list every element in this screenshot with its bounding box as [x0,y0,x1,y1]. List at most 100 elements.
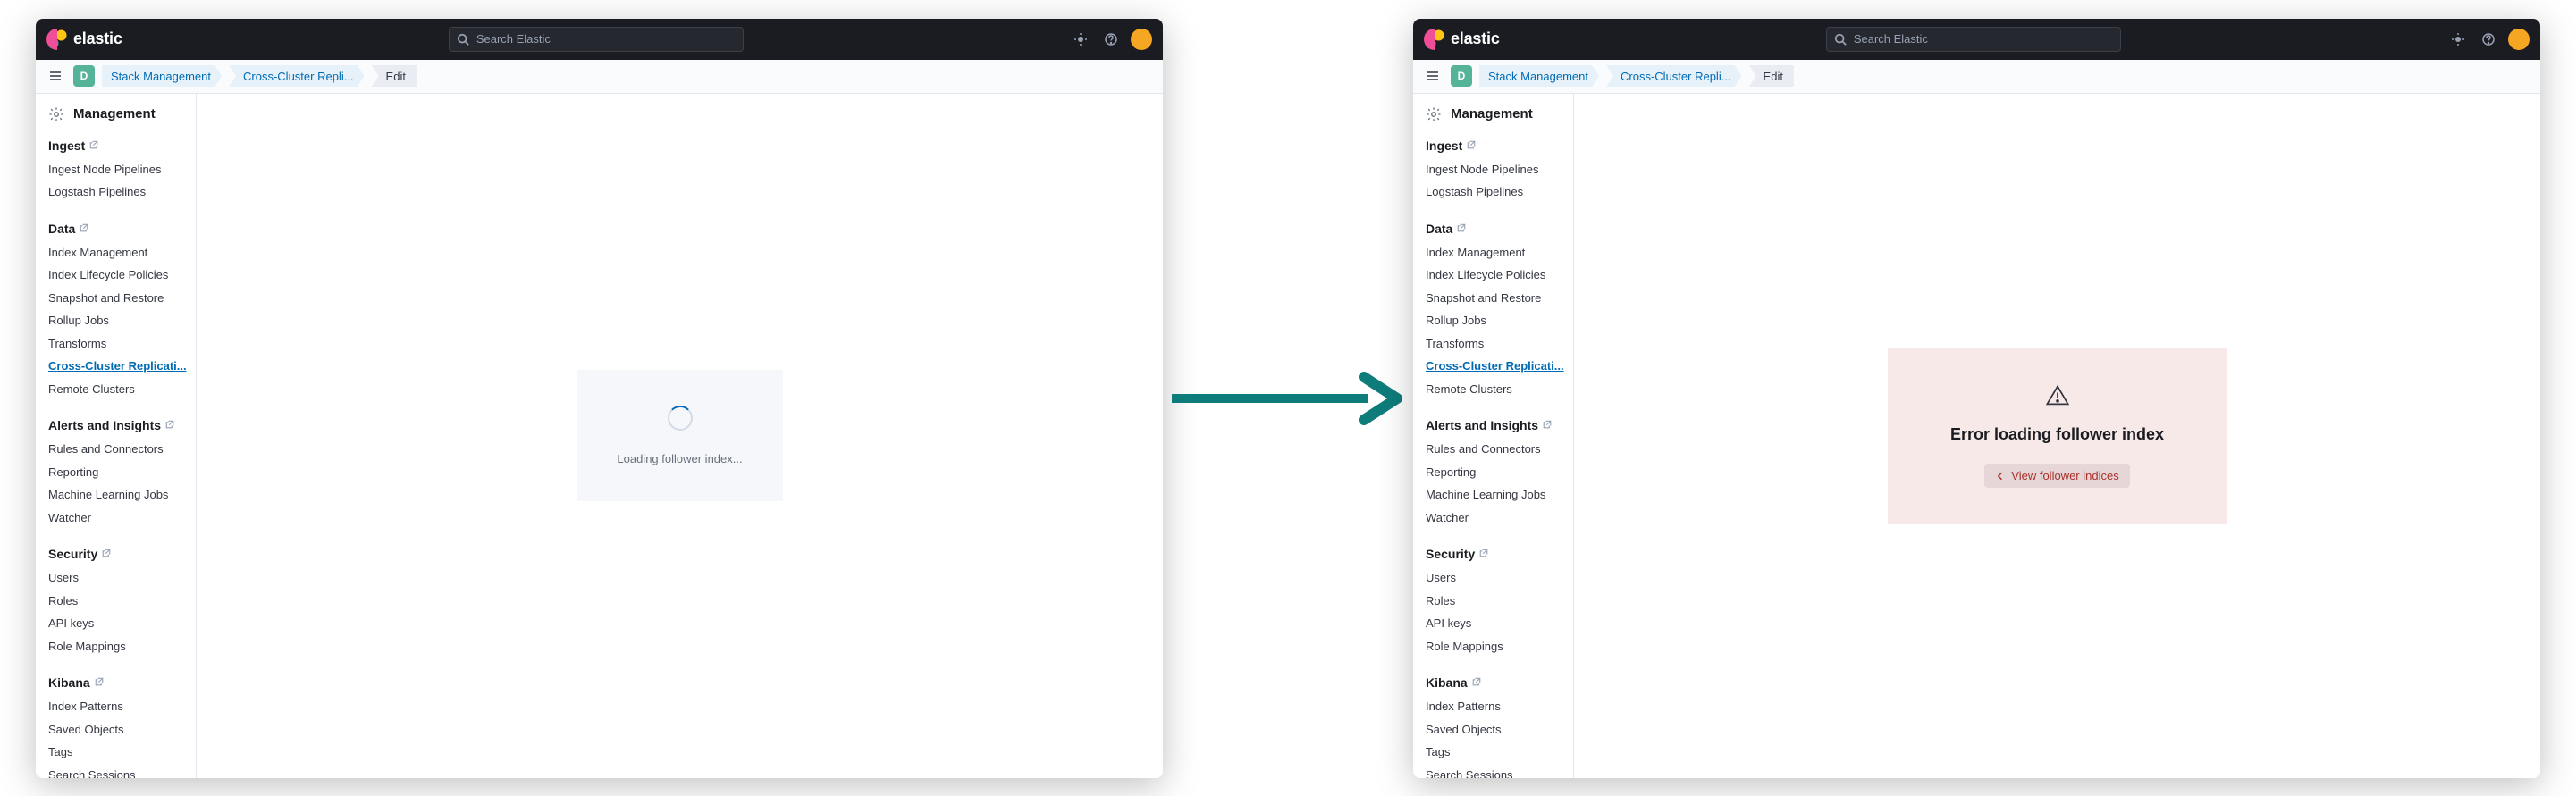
user-avatar[interactable] [1131,29,1152,50]
breadcrumb-bar: D Stack Management Cross-Cluster Repli..… [1413,60,2540,94]
external-link-icon [79,222,89,236]
sidebar-title-text: Management [1451,106,1533,121]
global-search[interactable]: Search Elastic [1826,27,2121,52]
sidebar-section-title[interactable]: Ingest [48,138,187,153]
sidebar-item[interactable]: Transforms [1426,332,1564,356]
sidebar-section: Ingest Ingest Node PipelinesLogstash Pipe… [1426,138,1573,204]
sidebar-item[interactable]: Ingest Node Pipelines [48,158,187,181]
sidebar-section-title[interactable]: Security [48,547,187,561]
sidebar-item[interactable]: Remote Clusters [48,378,187,401]
sidebar-item[interactable]: Snapshot and Restore [1426,287,1564,310]
sidebar-item[interactable]: Search Sessions [1426,764,1564,778]
sidebar-item[interactable]: Reporting [48,461,187,484]
sidebar-item[interactable]: Saved Objects [1426,718,1564,742]
sidebar-item[interactable]: Saved Objects [48,718,187,742]
newsfeed-icon[interactable] [1070,29,1091,50]
sidebar-item[interactable]: Machine Learning Jobs [1426,483,1564,507]
user-avatar[interactable] [2508,29,2530,50]
external-link-icon [1471,675,1482,690]
sidebar-title: Management [1426,106,1573,122]
crumb-ccr[interactable]: Cross-Cluster Repli... [1606,65,1742,87]
error-title: Error loading follower index [1915,425,2201,444]
sidebar-section: Alerts and Insights Rules and ConnectorsR… [1426,418,1573,529]
sidebar-section-title[interactable]: Data [1426,222,1564,236]
global-search[interactable]: Search Elastic [449,27,744,52]
sidebar-section-title[interactable]: Ingest [1426,138,1564,153]
sidebar-item[interactable]: Logstash Pipelines [1426,180,1564,204]
management-sidebar: ManagementIngestIngest Node PipelinesLog… [36,94,197,778]
nav-toggle[interactable] [45,65,66,87]
sidebar-item[interactable]: Users [1426,566,1564,590]
sidebar-item[interactable]: API keys [48,612,187,635]
sidebar-item[interactable]: Rollup Jobs [1426,309,1564,332]
sidebar-item[interactable]: Rules and Connectors [48,438,187,461]
space-selector[interactable]: D [73,65,95,87]
sidebar-item[interactable]: API keys [1426,612,1564,635]
sidebar-section-title[interactable]: Alerts and Insights [1426,418,1564,432]
topbar: elastic Search Elastic [1413,19,2540,60]
gear-icon [48,106,64,122]
help-icon[interactable] [1100,29,1122,50]
sidebar-item[interactable]: Index Lifecycle Policies [1426,264,1564,287]
sidebar-item[interactable]: Tags [48,741,187,764]
crumb-ccr[interactable]: Cross-Cluster Repli... [229,65,365,87]
sidebar-item[interactable]: Watcher [1426,507,1564,530]
spinner-icon [668,406,693,431]
crumb-stack-management[interactable]: Stack Management [102,65,222,87]
sidebar-item[interactable]: Index Lifecycle Policies [48,264,187,287]
sidebar-item[interactable]: Search Sessions [48,764,187,778]
nav-toggle[interactable] [1422,65,1444,87]
sidebar-item[interactable]: Index Management [1426,241,1564,264]
sidebar-item[interactable]: Reporting [1426,461,1564,484]
sidebar-item[interactable]: Logstash Pipelines [48,180,187,204]
sidebar-item[interactable]: Ingest Node Pipelines [1426,158,1564,181]
sidebar-item[interactable]: Roles [1426,590,1564,613]
view-follower-indices-button[interactable]: View follower indices [1984,464,2129,488]
loading-message: Loading follower index... [595,452,765,465]
sidebar-item[interactable]: Tags [1426,741,1564,764]
sidebar-item[interactable]: Watcher [48,507,187,530]
external-link-icon [1478,547,1489,561]
brand-text: elastic [1451,29,1500,48]
sidebar-item[interactable]: Cross-Cluster Replicati... [48,355,187,378]
sidebar-item[interactable]: Role Mappings [1426,635,1564,658]
sidebar-section: Security UsersRolesAPI keysRole Mappings [48,547,196,658]
content-area: ManagementIngestIngest Node PipelinesLog… [36,94,1163,778]
logo[interactable]: elastic [1424,29,1500,50]
sidebar-item[interactable]: Machine Learning Jobs [48,483,187,507]
sidebar-item[interactable]: Snapshot and Restore [48,287,187,310]
sidebar-item[interactable]: Users [48,566,187,590]
sidebar-section: Kibana Index PatternsSaved ObjectsTagsSea… [48,675,196,778]
window-error: elastic Search Elastic D Stack Managemen… [1413,19,2540,778]
sidebar-section: Kibana Index PatternsSaved ObjectsTagsSea… [1426,675,1573,778]
elastic-logo-icon [46,29,68,50]
sidebar-section-title[interactable]: Kibana [48,675,187,690]
sidebar-section-title[interactable]: Data [48,222,187,236]
space-selector[interactable]: D [1451,65,1472,87]
sidebar-item[interactable]: Index Management [48,241,187,264]
window-loading: elastic Search Elastic D Stack Managemen… [36,19,1163,778]
topbar-right [1070,29,1152,50]
sidebar-item[interactable]: Role Mappings [48,635,187,658]
loading-panel: Loading follower index... [577,370,783,501]
sidebar-item[interactable]: Cross-Cluster Replicati... [1426,355,1564,378]
sidebar-section: Ingest Ingest Node PipelinesLogstash Pipe… [48,138,196,204]
warning-icon [2045,383,2070,408]
sidebar-section-title[interactable]: Alerts and Insights [48,418,187,432]
newsfeed-icon[interactable] [2447,29,2469,50]
sidebar-item[interactable]: Roles [48,590,187,613]
sidebar-item[interactable]: Index Patterns [1426,695,1564,718]
sidebar-item[interactable]: Remote Clusters [1426,378,1564,401]
crumb-edit: Edit [1749,65,1794,87]
crumb-edit: Edit [372,65,417,87]
logo[interactable]: elastic [46,29,122,50]
sidebar-section-title[interactable]: Kibana [1426,675,1564,690]
sidebar-item[interactable]: Rules and Connectors [1426,438,1564,461]
sidebar-section-title[interactable]: Security [1426,547,1564,561]
help-icon[interactable] [2478,29,2499,50]
sidebar-item[interactable]: Index Patterns [48,695,187,718]
sidebar-item[interactable]: Transforms [48,332,187,356]
sidebar-section: Alerts and Insights Rules and ConnectorsR… [48,418,196,529]
crumb-stack-management[interactable]: Stack Management [1479,65,1599,87]
sidebar-item[interactable]: Rollup Jobs [48,309,187,332]
